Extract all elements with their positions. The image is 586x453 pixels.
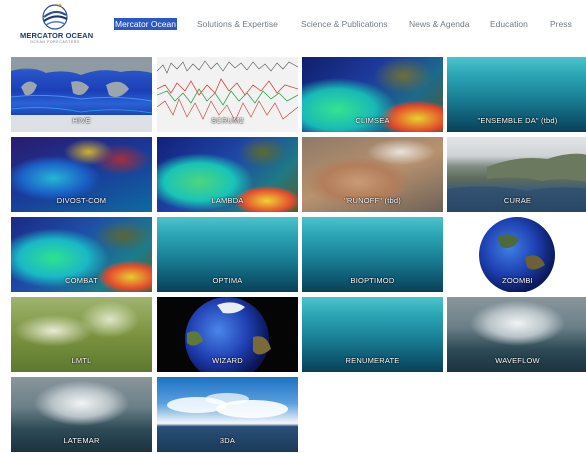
- project-label: WIZARD: [212, 356, 243, 365]
- project-label: CLIMSEA: [355, 116, 390, 125]
- project-tile-renumerate[interactable]: RENUMERATE: [302, 297, 443, 372]
- project-label: "RUNOFF" (tbd): [344, 196, 401, 205]
- project-tile-waveflow[interactable]: WAVEFLOW: [447, 297, 586, 372]
- project-label: RENUMERATE: [345, 356, 400, 365]
- project-tile-bioptimod[interactable]: BIOPTIMOD: [302, 217, 443, 292]
- project-tile-scrum2[interactable]: SCRUM2: [157, 57, 298, 132]
- nav-item-science[interactable]: Science & Publications: [301, 18, 387, 30]
- project-label: ZOOMBI: [502, 276, 533, 285]
- project-tile-combat[interactable]: COMBAT: [11, 217, 152, 292]
- brand-tagline: OCEAN FORECASTERS: [30, 40, 80, 44]
- project-label: LMTL: [71, 356, 92, 365]
- project-label: "ENSEMBLE DA" (tbd): [477, 116, 558, 125]
- project-label: BIOPTIMOD: [350, 276, 395, 285]
- mercator-ocean-logo[interactable]: MERCATOR OCEAN OCEAN FORECASTERS: [20, 3, 94, 45]
- nav-item-solutions[interactable]: Solutions & Expertise: [197, 18, 278, 30]
- project-tile-zoombi[interactable]: ZOOMBI: [447, 217, 586, 292]
- project-tile-ensemble-da[interactable]: "ENSEMBLE DA" (tbd): [447, 57, 586, 132]
- nav-item-mercator-ocean[interactable]: Mercator Ocean: [114, 18, 177, 30]
- project-tile-3da[interactable]: 3DA: [157, 377, 298, 452]
- project-label: HIVE: [72, 116, 91, 125]
- project-tile-curae[interactable]: CURAE: [447, 137, 586, 212]
- project-label: LATEMAR: [63, 436, 100, 445]
- project-label: COMBAT: [65, 276, 98, 285]
- project-label: LAMBDA: [211, 196, 244, 205]
- nav-item-press[interactable]: Press: [550, 18, 572, 30]
- globe-logo-icon: [42, 3, 68, 30]
- project-label: CURAE: [503, 196, 532, 205]
- project-tile-wizard[interactable]: WIZARD: [157, 297, 298, 372]
- project-tile-climsea[interactable]: CLIMSEA: [302, 57, 443, 132]
- project-label: DIVOST-COM: [56, 196, 107, 205]
- project-tile-hive[interactable]: HIVE: [11, 57, 152, 132]
- project-label: SCRUM2: [211, 116, 244, 125]
- site-header: MERCATOR OCEAN OCEAN FORECASTERS Mercato…: [0, 0, 586, 50]
- project-label: OPTIMA: [212, 276, 243, 285]
- project-tile-lambda[interactable]: LAMBDA: [157, 137, 298, 212]
- project-tile-latemar[interactable]: LATEMAR: [11, 377, 152, 452]
- project-label: 3DA: [219, 436, 236, 445]
- project-tile-runoff[interactable]: "RUNOFF" (tbd): [302, 137, 443, 212]
- nav-item-education[interactable]: Education: [490, 18, 528, 30]
- project-tile-divost-com[interactable]: DIVOST-COM: [11, 137, 152, 212]
- project-tile-optima[interactable]: OPTIMA: [157, 217, 298, 292]
- project-tile-lmtl[interactable]: LMTL: [11, 297, 152, 372]
- project-label: WAVEFLOW: [495, 356, 540, 365]
- nav-item-news[interactable]: News & Agenda: [409, 18, 469, 30]
- brand-name: MERCATOR OCEAN: [20, 31, 94, 40]
